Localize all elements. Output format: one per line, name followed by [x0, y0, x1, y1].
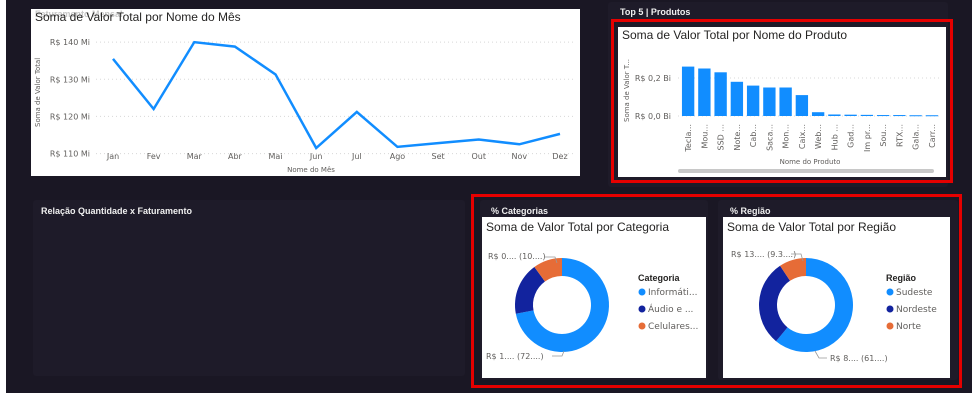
line-series: [112, 40, 561, 150]
highlight-box-products: [611, 19, 953, 183]
line-y-tick: R$ 140 Mi: [50, 38, 90, 47]
line-chart: R$ 110 Mi R$ 120 Mi R$ 130 Mi R$ 140 Mi Jan…: [34, 38, 576, 174]
highlight-box-donuts: [471, 194, 962, 388]
monthly-revenue-visual[interactable]: Faturamento Mensal Soma de Valor Total p…: [31, 9, 580, 176]
line-x-tick: Mai: [269, 152, 283, 161]
relation-header: Relação Quantidade x Faturamento: [41, 206, 193, 216]
line-x-tick: Out: [471, 152, 486, 161]
line-y-tick: R$ 120 Mi: [50, 112, 90, 121]
line-x-tick: Jul: [351, 152, 362, 161]
top-products-header: Top 5 | Produtos: [620, 7, 691, 17]
line-y-tick: R$ 130 Mi: [50, 75, 90, 84]
line-x-tick: Nov: [512, 152, 528, 161]
line-y-axis-label: Soma de Valor Total: [34, 58, 42, 127]
relation-panel: Relação Quantidade x Faturamento: [33, 200, 465, 376]
line-y-tick: R$ 110 Mi: [50, 150, 90, 159]
line-x-tick: Mar: [187, 152, 203, 161]
line-x-tick: Abr: [228, 152, 243, 161]
line-x-tick: Dez: [552, 152, 567, 161]
line-x-tick: Ago: [390, 152, 406, 161]
line-x-tick: Jun: [309, 152, 323, 161]
line-x-axis-label: Nome do Mês: [287, 166, 335, 174]
line-x-tick: Fev: [147, 152, 161, 161]
line-x-tick: Set: [432, 152, 445, 161]
line-x-tick: Jan: [106, 152, 119, 161]
